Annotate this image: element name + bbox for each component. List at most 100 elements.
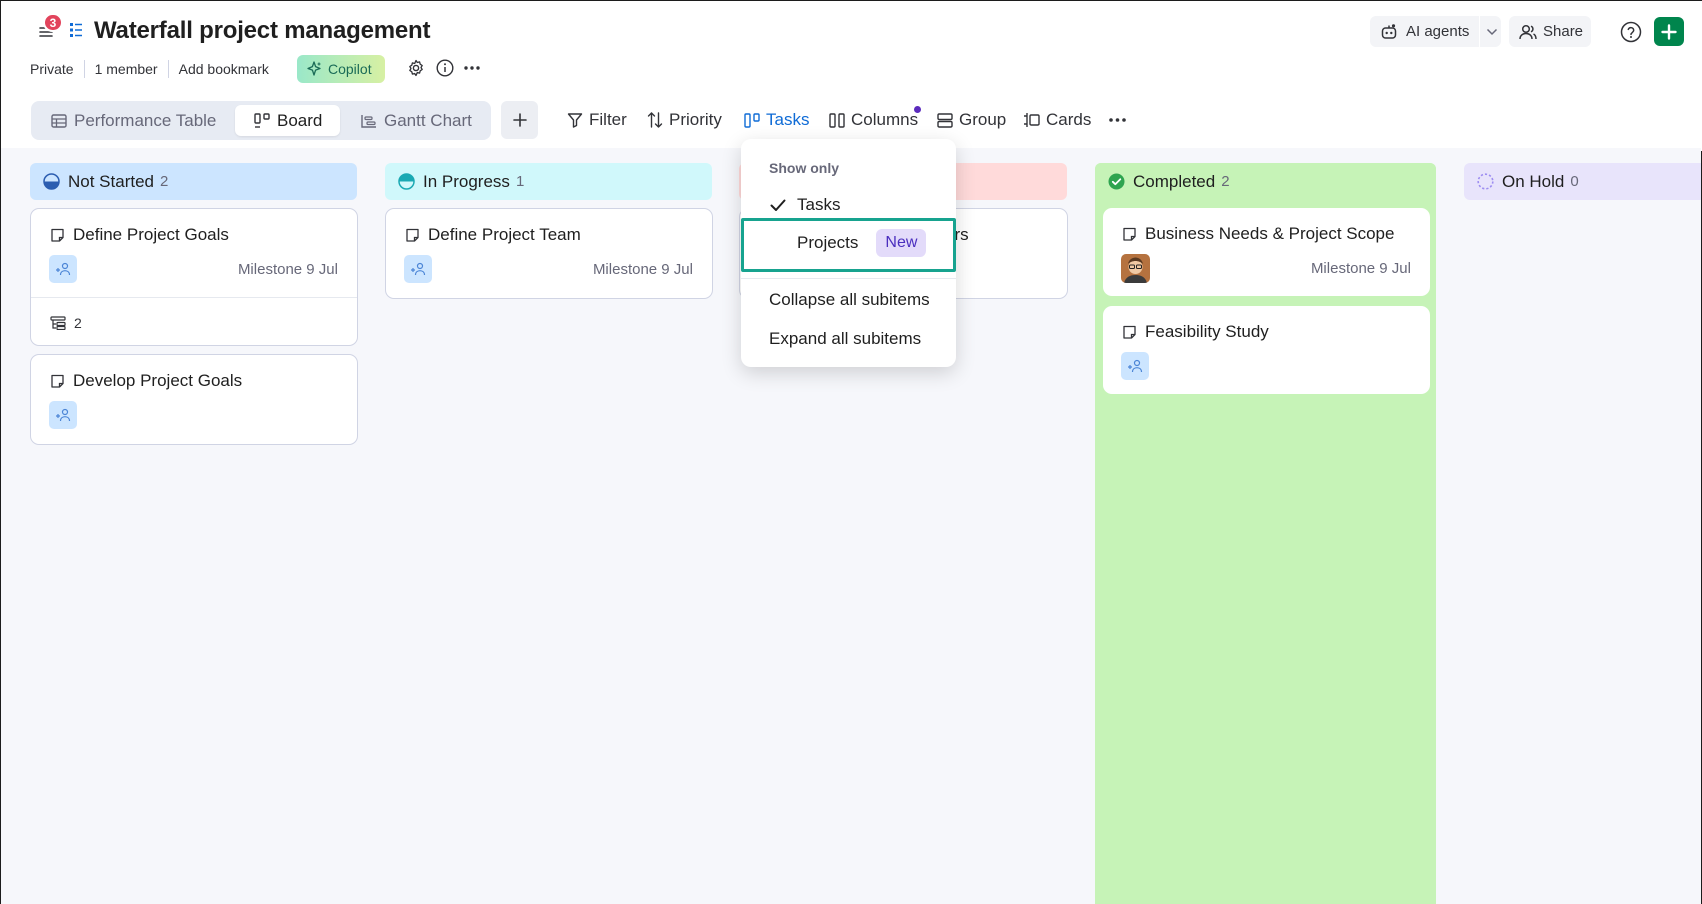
task-card[interactable]: Define Project Team Milestone 9 Jul bbox=[385, 208, 713, 299]
card-title-row: Feasibility Study bbox=[1122, 322, 1269, 342]
divider bbox=[1479, 16, 1481, 47]
privacy-label[interactable]: Private bbox=[30, 60, 85, 78]
ai-agents-button[interactable]: AI agents bbox=[1370, 16, 1501, 47]
robot-icon bbox=[1380, 23, 1398, 41]
tab-label: Board bbox=[277, 110, 323, 130]
priority-button[interactable]: Priority bbox=[647, 109, 722, 131]
add-bookmark-link[interactable]: Add bookmark bbox=[169, 60, 279, 78]
columns-label: Columns bbox=[851, 110, 919, 129]
tab-label: Gantt Chart bbox=[384, 110, 472, 130]
cards-icon bbox=[1024, 113, 1040, 127]
card-title-row: Define Project Goals bbox=[50, 225, 229, 245]
board-list-icon bbox=[69, 22, 83, 38]
add-person-icon bbox=[56, 408, 71, 422]
ai-agents-label: AI agents bbox=[1406, 23, 1470, 40]
milestone-date: Milestone 9 Jul bbox=[1310, 260, 1411, 277]
subitems-count: 2 bbox=[74, 315, 82, 331]
help-button[interactable] bbox=[1618, 16, 1644, 47]
check-icon bbox=[770, 199, 786, 212]
column-header-not-started[interactable]: Not Started 2 bbox=[30, 163, 357, 200]
sparkle-icon bbox=[307, 61, 321, 76]
item-icon bbox=[51, 374, 64, 388]
more-toolbar-icon[interactable] bbox=[1109, 118, 1126, 122]
share-label: Share bbox=[1543, 23, 1584, 40]
members-label[interactable]: 1 member bbox=[85, 60, 169, 78]
item-icon bbox=[1123, 325, 1136, 339]
copilot-button[interactable]: Copilot bbox=[297, 55, 385, 83]
gear-icon[interactable] bbox=[407, 59, 425, 77]
chevron-down-icon[interactable] bbox=[1486, 28, 1498, 36]
task-card[interactable]: Business Needs & Project Scope Milestone… bbox=[1103, 208, 1430, 296]
tasks-button[interactable]: Tasks bbox=[744, 109, 809, 131]
column-title: Not Started bbox=[68, 171, 154, 191]
columns-indicator-dot bbox=[914, 106, 921, 113]
task-card[interactable]: Develop Project Goals bbox=[30, 354, 358, 445]
column-title: In Progress bbox=[423, 171, 510, 191]
group-icon bbox=[937, 112, 953, 128]
item-icon bbox=[51, 228, 64, 242]
plus-icon bbox=[512, 113, 527, 127]
plus-icon bbox=[1661, 23, 1677, 40]
more-options-icon[interactable] bbox=[464, 66, 480, 70]
assign-person-button[interactable] bbox=[1121, 352, 1149, 380]
column-header-completed[interactable]: Completed 2 bbox=[1095, 163, 1436, 200]
cards-label: Cards bbox=[1046, 110, 1092, 129]
cards-button[interactable]: Cards bbox=[1023, 109, 1091, 131]
column-count: 1 bbox=[515, 173, 525, 190]
add-view-button[interactable] bbox=[501, 101, 538, 139]
dropdown-header: Show only bbox=[769, 160, 839, 176]
avatar[interactable] bbox=[1121, 254, 1150, 283]
column-title: Completed bbox=[1133, 171, 1216, 191]
menu-item-collapse-all[interactable]: Collapse all subitems bbox=[741, 282, 956, 318]
dashed-circle-icon bbox=[1477, 173, 1494, 190]
tab-performance-table[interactable]: Performance Table bbox=[51, 105, 226, 136]
page-title[interactable]: Waterfall project management bbox=[94, 17, 430, 45]
highlight-box bbox=[741, 218, 956, 272]
priority-label: Priority bbox=[669, 110, 722, 129]
menu-item-expand-all[interactable]: Expand all subitems bbox=[741, 321, 956, 357]
board-icon bbox=[744, 112, 760, 128]
card-title: Define Project Team bbox=[428, 225, 581, 244]
add-new-button[interactable] bbox=[1654, 17, 1684, 46]
group-label: Group bbox=[959, 110, 1007, 129]
check-circle-icon bbox=[1108, 173, 1125, 190]
assign-person-button[interactable] bbox=[404, 255, 432, 283]
group-button[interactable]: Group bbox=[937, 109, 1006, 131]
column-header-in-progress[interactable]: In Progress 1 bbox=[385, 163, 712, 200]
filter-button[interactable]: Filter bbox=[567, 109, 627, 131]
person-icon bbox=[1519, 24, 1537, 40]
tab-board[interactable]: Board bbox=[235, 105, 340, 136]
notification-badge: 3 bbox=[43, 13, 63, 32]
add-person-icon bbox=[56, 262, 71, 276]
info-icon[interactable] bbox=[436, 59, 454, 77]
columns-icon bbox=[829, 112, 845, 128]
card-title: Feasibility Study bbox=[1145, 322, 1269, 341]
help-icon bbox=[1620, 21, 1642, 42]
add-person-icon bbox=[411, 262, 426, 276]
board-icon bbox=[254, 113, 270, 128]
task-card[interactable]: Feasibility Study bbox=[1103, 306, 1430, 394]
assign-person-button[interactable] bbox=[49, 401, 77, 429]
columns-button[interactable]: Columns bbox=[829, 109, 918, 131]
assign-person-button[interactable] bbox=[49, 255, 77, 283]
subitems-counter[interactable]: 2 bbox=[50, 315, 82, 331]
menu-item-label: Tasks bbox=[797, 195, 841, 214]
tasks-label: Tasks bbox=[766, 110, 810, 129]
copilot-label: Copilot bbox=[328, 61, 372, 77]
filter-label: Filter bbox=[589, 110, 627, 129]
view-tabs: Performance Table Board Gantt Chart bbox=[31, 101, 491, 140]
tab-gantt-chart[interactable]: Gantt Chart bbox=[361, 105, 486, 136]
share-button[interactable]: Share bbox=[1509, 16, 1591, 47]
subitems-icon bbox=[50, 316, 66, 330]
card-title: Define Project Goals bbox=[73, 225, 229, 244]
gantt-icon bbox=[361, 114, 376, 128]
card-title-row: Business Needs & Project Scope bbox=[1122, 224, 1394, 244]
column-count: 0 bbox=[1570, 173, 1579, 190]
column-count: 2 bbox=[1221, 173, 1230, 190]
column-header-on-hold[interactable]: On Hold 0 bbox=[1464, 163, 1701, 200]
task-card[interactable]: Define Project Goals Milestone 9 Jul 2 bbox=[30, 208, 358, 346]
divider bbox=[31, 297, 357, 298]
menu-item-label: Expand all subitems bbox=[769, 329, 922, 348]
card-title: Business Needs & Project Scope bbox=[1145, 224, 1395, 243]
item-icon bbox=[1123, 227, 1136, 241]
